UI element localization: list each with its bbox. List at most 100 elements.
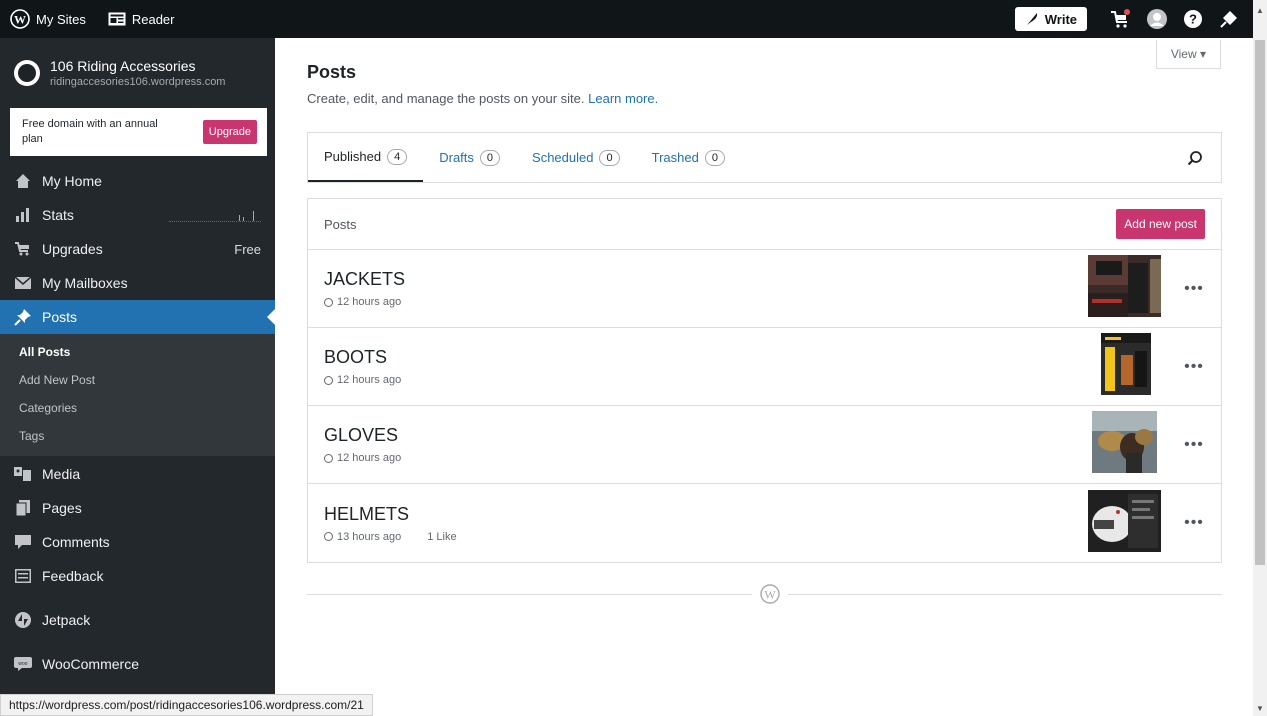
posts-submenu: All Posts Add New Post Categories Tags — [0, 334, 275, 456]
wordpress-logo-icon: W — [10, 9, 30, 29]
tab-trashed[interactable]: Trashed 0 — [636, 133, 741, 182]
submenu-add-new-post[interactable]: Add New Post — [0, 366, 275, 394]
cart-icon — [1111, 9, 1130, 28]
clock-icon — [324, 297, 333, 307]
sidebar-item-label: Comments — [42, 534, 110, 550]
search-button[interactable] — [1187, 133, 1221, 182]
tab-label: Trashed — [651, 150, 699, 165]
write-button[interactable]: Write — [1014, 7, 1087, 31]
post-title[interactable]: BOOTS — [324, 347, 1101, 368]
upsell-text: Free domain with an annual plan — [22, 118, 158, 145]
sidebar-item-label: Upgrades — [42, 241, 103, 257]
help-icon: ? — [1184, 10, 1202, 28]
tab-published[interactable]: Published 4 — [308, 133, 424, 182]
submenu-all-posts[interactable]: All Posts — [0, 338, 275, 366]
view-label: View — [1170, 47, 1197, 61]
post-status-tabs: Published 4 Drafts 0 Scheduled 0 Trashed… — [307, 132, 1222, 183]
site-logo-icon — [14, 60, 40, 86]
sidebar-item-label: Feedback — [42, 568, 104, 584]
sidebar-item-jetpack[interactable]: Jetpack — [0, 603, 275, 637]
sidebar-item-stats[interactable]: Stats — [0, 198, 275, 232]
post-title[interactable]: JACKETS — [324, 269, 1088, 290]
tab-scheduled[interactable]: Scheduled 0 — [516, 133, 636, 182]
cart-button[interactable] — [1103, 0, 1139, 38]
sidebar-item-mailboxes[interactable]: My Mailboxes — [0, 266, 275, 300]
post-title[interactable]: HELMETS — [324, 504, 1088, 525]
woocommerce-icon: woo — [14, 657, 32, 671]
sidebar-item-media[interactable]: Media — [0, 457, 275, 491]
my-sites-label: My Sites — [36, 11, 86, 27]
post-row[interactable]: GLOVES 12 hours ago ••• — [308, 406, 1221, 484]
sidebar-item-feedback[interactable]: Feedback — [0, 559, 275, 593]
sidebar-item-label: Stats — [42, 207, 74, 223]
clock-icon — [324, 453, 333, 463]
post-row[interactable]: BOOTS 12 hours ago ••• — [308, 328, 1221, 406]
comment-icon — [14, 535, 32, 549]
stats-icon — [14, 208, 32, 222]
posts-list-title: Posts — [324, 216, 357, 232]
post-actions-menu[interactable]: ••• — [1183, 280, 1205, 298]
post-actions-menu[interactable]: ••• — [1183, 436, 1205, 454]
sidebar-item-label: My Home — [42, 173, 102, 189]
notifications-button[interactable] — [1211, 0, 1247, 38]
page-subtitle: Create, edit, and manage the posts on yo… — [307, 91, 1222, 106]
my-sites-button[interactable]: W My Sites — [0, 0, 94, 38]
sidebar-item-label: My Mailboxes — [42, 275, 128, 291]
pin-icon — [14, 308, 32, 326]
reader-button[interactable]: Reader — [100, 0, 183, 38]
reader-icon — [108, 12, 126, 26]
tab-label: Scheduled — [532, 150, 594, 165]
avatar-button[interactable] — [1139, 0, 1175, 38]
browser-status-url: https://wordpress.com/post/ridingaccesor… — [0, 694, 373, 716]
pages-icon — [14, 500, 32, 516]
sidebar-item-posts[interactable]: Posts — [0, 300, 275, 334]
media-icon — [14, 467, 32, 481]
sidebar-item-my-home[interactable]: My Home — [0, 164, 275, 198]
site-name: 106 Riding Accessories — [50, 58, 196, 74]
plan-badge: Free — [234, 241, 261, 257]
scroll-down-arrow[interactable]: ▼ — [1253, 702, 1267, 716]
post-actions-menu[interactable]: ••• — [1183, 514, 1205, 532]
svg-text:woo: woo — [18, 661, 27, 667]
stats-sparkline — [169, 208, 261, 222]
posts-list-header: Posts Add new post — [308, 199, 1221, 250]
upgrade-button[interactable]: Upgrade — [202, 120, 257, 144]
post-thumbnail[interactable] — [1088, 255, 1161, 322]
post-likes: 1 Like — [427, 530, 457, 543]
add-new-post-button[interactable]: Add new post — [1116, 209, 1205, 239]
post-time: 12 hours ago — [337, 374, 402, 386]
wordpress-footer-icon: W — [752, 584, 788, 609]
sidebar-item-comments[interactable]: Comments — [0, 525, 275, 559]
scroll-up-arrow[interactable]: ▲ — [1253, 4, 1267, 18]
page-scrollbar[interactable]: ▲ ▼ — [1253, 0, 1267, 716]
post-thumbnail[interactable] — [1092, 411, 1157, 478]
learn-more-link[interactable]: Learn more. — [588, 91, 658, 106]
sidebar-item-label: Media — [42, 466, 81, 482]
post-row[interactable]: HELMETS 13 hours ago 1 Like ••• — [308, 484, 1221, 562]
page-subtitle-text: Create, edit, and manage the posts on yo… — [307, 91, 585, 106]
tab-count: 0 — [479, 149, 501, 166]
sidebar-item-pages[interactable]: Pages — [0, 491, 275, 525]
sidebar-item-label: WooCommerce — [42, 656, 139, 672]
svg-text:?: ? — [1189, 12, 1197, 27]
post-thumbnail[interactable] — [1088, 489, 1161, 557]
sidebar-item-upgrades[interactable]: Upgrades Free — [0, 232, 275, 266]
svg-text:W: W — [764, 588, 776, 602]
mail-icon — [14, 277, 32, 289]
post-thumbnail[interactable] — [1101, 333, 1151, 400]
tab-drafts[interactable]: Drafts 0 — [423, 133, 516, 182]
avatar-icon — [1147, 9, 1167, 29]
sidebar-item-woocommerce[interactable]: woo WooCommerce — [0, 647, 275, 681]
post-actions-menu[interactable]: ••• — [1183, 358, 1205, 376]
help-button[interactable]: ? — [1175, 0, 1211, 38]
view-dropdown[interactable]: View ▾ — [1155, 40, 1221, 69]
page-title: Posts — [307, 62, 357, 82]
tab-count: 4 — [387, 148, 408, 165]
scroll-thumb[interactable] — [1255, 40, 1265, 565]
post-row[interactable]: JACKETS 12 hours ago ••• — [308, 250, 1221, 328]
site-url: ridingaccesories106.wordpress.com — [50, 76, 226, 88]
site-switcher[interactable]: 106 Riding Accessories ridingaccesories1… — [0, 38, 275, 108]
post-title[interactable]: GLOVES — [324, 425, 1092, 446]
submenu-tags[interactable]: Tags — [0, 422, 275, 450]
submenu-categories[interactable]: Categories — [0, 394, 275, 422]
